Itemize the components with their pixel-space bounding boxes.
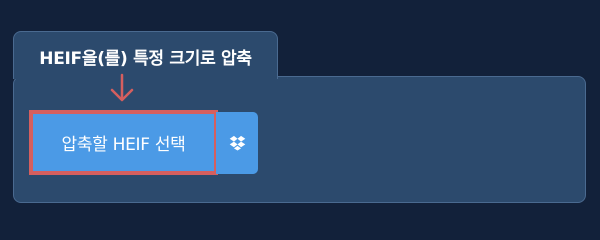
dropbox-button[interactable] (216, 112, 258, 174)
compress-tab[interactable]: HEIF을(를) 특정 크기로 압축 (13, 31, 278, 79)
arrow-down-icon (110, 73, 134, 102)
tab-title: HEIF을(를) 특정 크기로 압축 (39, 49, 252, 69)
dropbox-icon (229, 135, 245, 151)
select-heif-button[interactable]: 압축할 HEIF 선택 (29, 110, 218, 175)
file-select-button-group: 압축할 HEIF 선택 (29, 110, 258, 175)
